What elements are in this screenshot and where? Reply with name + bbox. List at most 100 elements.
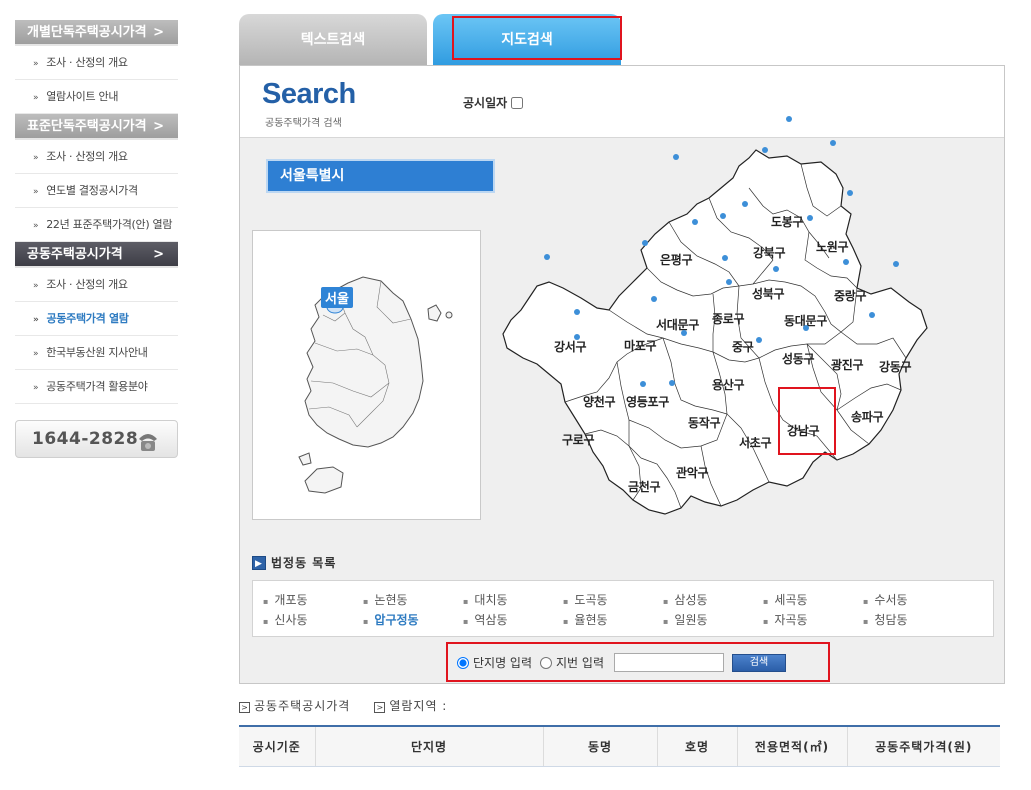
district-label[interactable]: 마포구 xyxy=(624,337,657,354)
bullet-icon: ▪ xyxy=(663,617,669,626)
bullet-icon: ▪ xyxy=(363,597,369,606)
district-label[interactable]: 서대문구 xyxy=(656,316,699,333)
district-dot xyxy=(692,219,698,225)
dong-item[interactable]: ▪ 역삼동 xyxy=(463,611,563,628)
district-label[interactable]: 광진구 xyxy=(831,356,864,373)
district-dot xyxy=(786,116,792,122)
district-dot xyxy=(869,312,875,318)
korea-map-svg[interactable] xyxy=(253,231,482,521)
district-dot xyxy=(720,213,726,219)
district-label[interactable]: 노원구 xyxy=(816,238,849,255)
district-dot xyxy=(756,337,762,343)
sidebar-item-survey-overview[interactable]: » 조사 · 산정의 개요 xyxy=(15,46,178,80)
district-dot xyxy=(726,279,732,285)
district-label[interactable]: 강서구 xyxy=(554,338,587,355)
dong-item[interactable]: ▪ 청담동 xyxy=(863,611,963,628)
dong-item[interactable]: ▪ 압구정동 xyxy=(363,611,463,628)
sidebar-section-standard-house[interactable]: 표준단독주택공시가격 > xyxy=(15,114,178,140)
district-dot xyxy=(673,154,679,160)
bullet-icon: » xyxy=(33,383,39,393)
dong-item[interactable]: ▪ 율현동 xyxy=(563,611,663,628)
search-subtitle: 공동주택가격 검색 xyxy=(265,118,342,129)
district-label[interactable]: 강북구 xyxy=(753,244,786,261)
dong-item[interactable]: ▪ 신사동 xyxy=(263,611,363,628)
sidebar: 개별단독주택공시가격 > » 조사 · 산정의 개요 » 열람사이트 안내 표준단독… xyxy=(15,20,178,458)
col-unit[interactable]: 호명 xyxy=(657,726,738,767)
district-label[interactable]: 관악구 xyxy=(676,464,709,481)
tab-text-search[interactable]: 텍스트검색 xyxy=(239,14,427,66)
table-header-row: 공시기준 단지명 동명 호명 전용면적(㎡) 공동주택가격(원) xyxy=(239,726,1000,767)
district-label[interactable]: 중랑구 xyxy=(834,287,867,304)
sidebar-section-title: 표준단독주택공시가격 xyxy=(27,119,147,134)
dong-item[interactable]: ▪ 도곡동 xyxy=(563,591,663,608)
district-label[interactable]: 용산구 xyxy=(712,376,745,393)
district-dot xyxy=(722,255,728,261)
district-label[interactable]: 금천구 xyxy=(628,478,661,495)
city-selector[interactable]: 서울특별시 xyxy=(266,159,495,193)
search-input[interactable] xyxy=(614,653,724,672)
col-complex-name[interactable]: 단지명 xyxy=(315,726,544,767)
district-dot xyxy=(544,254,550,260)
district-dot xyxy=(773,266,779,272)
district-label[interactable]: 강남구 xyxy=(787,422,820,439)
district-dot xyxy=(807,215,813,221)
bullet-icon: ▪ xyxy=(563,597,569,606)
dong-item[interactable]: ▪ 일원동 xyxy=(663,611,763,628)
district-label[interactable]: 성동구 xyxy=(782,350,815,367)
sidebar-item-survey-overview[interactable]: » 조사 · 산정의 개요 xyxy=(15,268,178,302)
district-label[interactable]: 동작구 xyxy=(688,414,721,431)
dong-item[interactable]: ▪ 개포동 xyxy=(263,591,363,608)
bullet-icon: ▪ xyxy=(863,617,869,626)
col-price[interactable]: 공동주택가격(원) xyxy=(847,726,1000,767)
district-label[interactable]: 강동구 xyxy=(879,358,912,375)
sidebar-section-individual-house[interactable]: 개별단독주택공시가격 > xyxy=(15,20,178,46)
district-dot xyxy=(742,201,748,207)
radio-lot-label: 지번 입력 xyxy=(556,656,604,670)
col-area[interactable]: 전용면적(㎡) xyxy=(737,726,848,767)
district-label[interactable]: 영등포구 xyxy=(626,393,669,410)
district-dot xyxy=(640,381,646,387)
search-logo: Search xyxy=(262,78,356,110)
radio-complex-name[interactable] xyxy=(457,656,469,669)
district-label[interactable]: 구로구 xyxy=(562,431,595,448)
district-label[interactable]: 도봉구 xyxy=(771,213,804,230)
col-building[interactable]: 동명 xyxy=(543,726,658,767)
search-button[interactable]: 검색 xyxy=(732,653,786,672)
district-label[interactable]: 양천구 xyxy=(583,393,616,410)
seoul-badge[interactable]: 서울 xyxy=(321,287,353,308)
bullet-icon: ▪ xyxy=(663,597,669,606)
dong-item[interactable]: ▪ 삼성동 xyxy=(663,591,763,608)
bullet-icon: ▪ xyxy=(463,617,469,626)
sidebar-item-price-usage[interactable]: » 공동주택가격 활용분야 xyxy=(15,370,178,404)
korea-map: 서울 xyxy=(252,230,481,520)
sidebar-item-branch-guide[interactable]: » 한국부동산원 지사안내 xyxy=(15,336,178,370)
district-label[interactable]: 송파구 xyxy=(851,408,884,425)
district-label[interactable]: 종로구 xyxy=(712,310,745,327)
sidebar-item-apartment-price-view[interactable]: » 공동주택가격 열람 xyxy=(15,302,178,336)
district-dot xyxy=(574,309,580,315)
arrow-right-icon: ▶ xyxy=(252,555,266,570)
district-label[interactable]: 중구 xyxy=(732,338,754,355)
col-pub-date[interactable]: 공시기준 xyxy=(239,726,316,767)
dong-item[interactable]: ▪ 논현동 xyxy=(363,591,463,608)
district-dot xyxy=(893,261,899,267)
sidebar-item-draft-price[interactable]: » 22년 표준주택가격(안) 열람 xyxy=(15,208,178,242)
tab-map-search[interactable]: 지도검색 xyxy=(433,14,621,66)
arrow-right-icon: > xyxy=(374,702,386,713)
district-label[interactable]: 성북구 xyxy=(752,285,785,302)
district-label[interactable]: 은평구 xyxy=(660,251,693,268)
dong-list-title-text: 법정동 목록 xyxy=(271,556,337,570)
seoul-district-map[interactable] xyxy=(501,148,951,518)
sidebar-section-apartment[interactable]: 공동주택공시가격 > xyxy=(15,242,178,268)
district-label[interactable]: 서초구 xyxy=(739,434,772,451)
sidebar-item-survey-overview[interactable]: » 조사 · 산정의 개요 xyxy=(15,140,178,174)
dong-item[interactable]: ▪ 세곡동 xyxy=(763,591,863,608)
radio-lot-number[interactable] xyxy=(540,656,553,669)
bullet-icon: ▪ xyxy=(263,597,269,606)
dong-item[interactable]: ▪ 자곡동 xyxy=(763,611,863,628)
pub-date-checkbox[interactable] xyxy=(511,96,524,109)
sidebar-item-site-guide[interactable]: » 열람사이트 안내 xyxy=(15,80,178,114)
dong-item[interactable]: ▪ 수서동 xyxy=(863,591,963,608)
sidebar-item-yearly-price[interactable]: » 연도별 결정공시가격 xyxy=(15,174,178,208)
dong-item[interactable]: ▪ 대치동 xyxy=(463,591,563,608)
